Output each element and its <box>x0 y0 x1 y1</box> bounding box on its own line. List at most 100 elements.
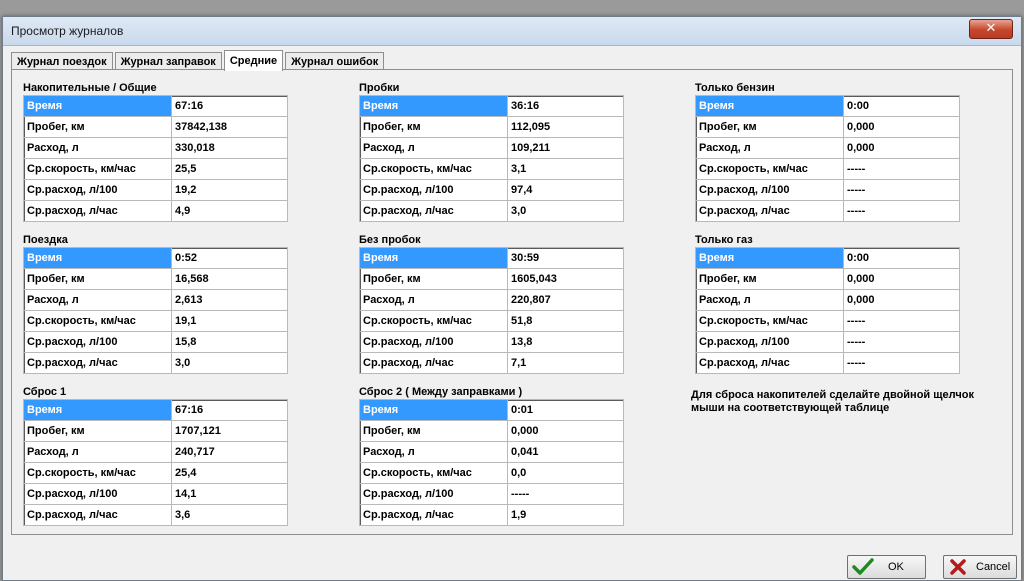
row-value[interactable]: ----- <box>843 200 960 222</box>
stats-table[interactable]: Время 67:16 Пробег, км 1707,121 Расход, л 240… <box>23 399 288 526</box>
row-label[interactable]: Ср.скорость, км/час <box>23 310 172 332</box>
row-label[interactable]: Расход, л <box>359 289 508 311</box>
row-value[interactable]: 220,807 <box>507 289 624 311</box>
row-value[interactable]: ----- <box>843 179 960 201</box>
row-value[interactable]: 51,8 <box>507 310 624 332</box>
table-row[interactable]: Время 36:16 <box>359 95 624 117</box>
row-value[interactable]: 109,211 <box>507 137 624 159</box>
row-label[interactable]: Ср.расход, л/100 <box>359 483 508 505</box>
table-row[interactable]: Ср.скорость, км/час 0,0 <box>359 462 624 484</box>
row-value[interactable]: 0,000 <box>843 289 960 311</box>
row-value[interactable]: 19,2 <box>171 179 288 201</box>
row-label[interactable]: Ср.расход, л/100 <box>695 331 844 353</box>
table-row[interactable]: Пробег, км 1605,043 <box>359 268 624 290</box>
row-label[interactable]: Ср.расход, л/час <box>23 352 172 374</box>
table-row[interactable]: Пробег, км 0,000 <box>695 116 960 138</box>
row-value[interactable]: 0,000 <box>843 268 960 290</box>
row-label[interactable]: Пробег, км <box>359 268 508 290</box>
row-label[interactable]: Ср.скорость, км/час <box>359 462 508 484</box>
stats-table[interactable]: Время 67:16 Пробег, км 37842,138 Расход, л 33… <box>23 95 288 222</box>
table-row[interactable]: Расход, л 109,211 <box>359 137 624 159</box>
row-label[interactable]: Ср.расход, л/100 <box>359 331 508 353</box>
row-value[interactable]: 19,1 <box>171 310 288 332</box>
row-value[interactable]: 7,1 <box>507 352 624 374</box>
row-label[interactable]: Пробег, км <box>359 420 508 442</box>
row-label[interactable]: Время <box>695 247 844 269</box>
row-value[interactable]: 0,000 <box>507 420 624 442</box>
row-label[interactable]: Ср.скорость, км/час <box>695 158 844 180</box>
row-value[interactable]: 67:16 <box>171 95 288 117</box>
stats-table[interactable]: Время 0:52 Пробег, км 16,568 Расход, л 2,613 С… <box>23 247 288 374</box>
table-row[interactable]: Пробег, км 0,000 <box>695 268 960 290</box>
table-row[interactable]: Ср.расход, л/час ----- <box>695 352 960 374</box>
table-row[interactable]: Время 0:52 <box>23 247 288 269</box>
row-label[interactable]: Пробег, км <box>23 116 172 138</box>
row-value[interactable]: 25,4 <box>171 462 288 484</box>
table-row[interactable]: Время 30:59 <box>359 247 624 269</box>
table-row[interactable]: Ср.расход, л/час 3,0 <box>23 352 288 374</box>
table-row[interactable]: Ср.расход, л/час 3,0 <box>359 200 624 222</box>
row-label[interactable]: Ср.расход, л/час <box>359 352 508 374</box>
table-row[interactable]: Ср.расход, л/час 4,9 <box>23 200 288 222</box>
row-label[interactable]: Пробег, км <box>695 268 844 290</box>
row-label[interactable]: Ср.скорость, км/час <box>23 462 172 484</box>
table-row[interactable]: Расход, л 0,000 <box>695 289 960 311</box>
table-row[interactable]: Ср.расход, л/100 14,1 <box>23 483 288 505</box>
tab-averages[interactable]: Средние <box>223 50 284 71</box>
table-row[interactable]: Ср.расход, л/100 ----- <box>695 179 960 201</box>
row-value[interactable]: 1707,121 <box>171 420 288 442</box>
row-value[interactable]: 25,5 <box>171 158 288 180</box>
row-value[interactable]: 14,1 <box>171 483 288 505</box>
row-value[interactable]: 1605,043 <box>507 268 624 290</box>
table-row[interactable]: Ср.расход, л/100 ----- <box>695 331 960 353</box>
cancel-button[interactable]: Cancel <box>943 555 1017 579</box>
row-value[interactable]: 0:00 <box>843 95 960 117</box>
row-value[interactable]: ----- <box>507 483 624 505</box>
row-value[interactable]: 4,9 <box>171 200 288 222</box>
row-value[interactable]: 3,0 <box>171 352 288 374</box>
row-label[interactable]: Ср.скорость, км/час <box>695 310 844 332</box>
table-row[interactable]: Пробег, км 112,095 <box>359 116 624 138</box>
row-value[interactable]: ----- <box>843 352 960 374</box>
row-value[interactable]: 112,095 <box>507 116 624 138</box>
table-row[interactable]: Ср.расход, л/час 7,1 <box>359 352 624 374</box>
row-value[interactable]: 0:52 <box>171 247 288 269</box>
row-label[interactable]: Ср.расход, л/100 <box>695 179 844 201</box>
row-label[interactable]: Пробег, км <box>359 116 508 138</box>
row-value[interactable]: 97,4 <box>507 179 624 201</box>
row-label[interactable]: Ср.расход, л/100 <box>23 331 172 353</box>
row-value[interactable]: 0,041 <box>507 441 624 463</box>
table-row[interactable]: Расход, л 220,807 <box>359 289 624 311</box>
row-label[interactable]: Расход, л <box>23 137 172 159</box>
table-row[interactable]: Ср.расход, л/час 1,9 <box>359 504 624 526</box>
row-value[interactable]: 3,6 <box>171 504 288 526</box>
row-label[interactable]: Пробег, км <box>23 268 172 290</box>
row-label[interactable]: Ср.расход, л/100 <box>23 483 172 505</box>
row-label[interactable]: Расход, л <box>695 289 844 311</box>
row-value[interactable]: 15,8 <box>171 331 288 353</box>
stats-table[interactable]: Время 30:59 Пробег, км 1605,043 Расход, л 220… <box>359 247 624 374</box>
row-value[interactable]: 0:01 <box>507 399 624 421</box>
table-row[interactable]: Пробег, км 16,568 <box>23 268 288 290</box>
table-row[interactable]: Расход, л 330,018 <box>23 137 288 159</box>
row-label[interactable]: Расход, л <box>695 137 844 159</box>
table-row[interactable]: Ср.скорость, км/час 19,1 <box>23 310 288 332</box>
row-label[interactable]: Пробег, км <box>23 420 172 442</box>
table-row[interactable]: Ср.расход, л/100 15,8 <box>23 331 288 353</box>
row-value[interactable]: ----- <box>843 158 960 180</box>
table-row[interactable]: Ср.скорость, км/час 3,1 <box>359 158 624 180</box>
table-row[interactable]: Расход, л 2,613 <box>23 289 288 311</box>
row-value[interactable]: 36:16 <box>507 95 624 117</box>
row-label[interactable]: Ср.расход, л/час <box>23 200 172 222</box>
row-label[interactable]: Пробег, км <box>695 116 844 138</box>
table-row[interactable]: Пробег, км 1707,121 <box>23 420 288 442</box>
row-value[interactable]: 16,568 <box>171 268 288 290</box>
table-row[interactable]: Расход, л 0,000 <box>695 137 960 159</box>
table-row[interactable]: Ср.скорость, км/час ----- <box>695 310 960 332</box>
table-row[interactable]: Ср.расход, л/100 97,4 <box>359 179 624 201</box>
table-row[interactable]: Расход, л 240,717 <box>23 441 288 463</box>
row-value[interactable]: 37842,138 <box>171 116 288 138</box>
row-label[interactable]: Расход, л <box>23 289 172 311</box>
close-button[interactable]: ✕ <box>969 19 1013 39</box>
table-row[interactable]: Пробег, км 0,000 <box>359 420 624 442</box>
